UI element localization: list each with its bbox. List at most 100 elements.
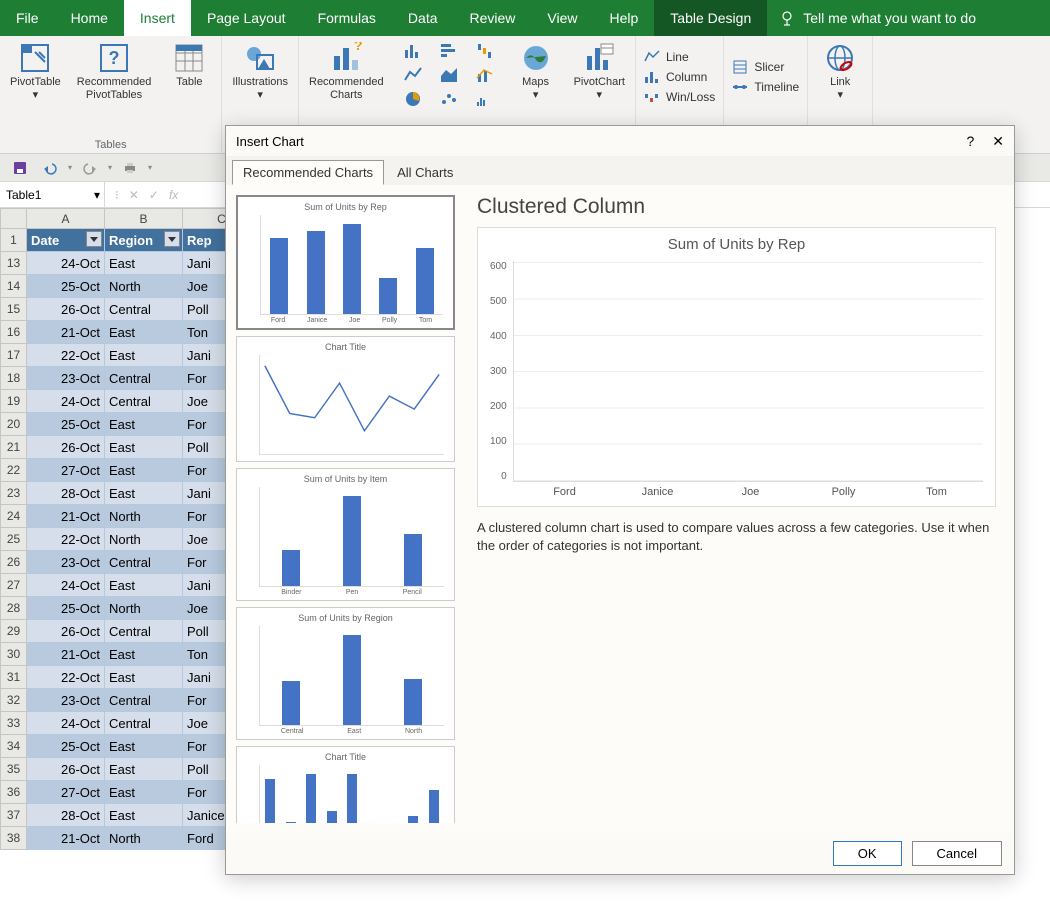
row-header[interactable]: 14 xyxy=(1,275,27,298)
cell[interactable]: East xyxy=(105,482,183,505)
cell[interactable]: 22-Oct xyxy=(27,344,105,367)
row-header[interactable]: 32 xyxy=(1,689,27,712)
row-header[interactable]: 22 xyxy=(1,459,27,482)
ribbon-tab-review[interactable]: Review xyxy=(454,0,532,36)
cell[interactable]: 26-Oct xyxy=(27,298,105,321)
name-box[interactable]: Table1 ▾ xyxy=(0,182,105,207)
recommended-pivot-button[interactable]: ? Recommended PivotTables xyxy=(75,40,154,104)
row-header[interactable]: 16 xyxy=(1,321,27,344)
row-header[interactable]: 38 xyxy=(1,827,27,850)
row-header[interactable]: 13 xyxy=(1,252,27,275)
timeline-button[interactable]: Timeline xyxy=(732,79,799,95)
cell[interactable]: North xyxy=(105,528,183,551)
chart-bar-icon[interactable] xyxy=(434,40,464,62)
cell[interactable]: East xyxy=(105,758,183,781)
cell[interactable]: 23-Oct xyxy=(27,689,105,712)
formula-confirm-icon[interactable]: ✓ xyxy=(149,188,159,202)
chart-column-icon[interactable] xyxy=(398,40,428,62)
cell[interactable]: 25-Oct xyxy=(27,413,105,436)
cell[interactable]: 22-Oct xyxy=(27,528,105,551)
cell[interactable]: 24-Oct xyxy=(27,390,105,413)
row-header[interactable]: 34 xyxy=(1,735,27,758)
cell[interactable]: East xyxy=(105,781,183,804)
dialog-tab-recommended-charts[interactable]: Recommended Charts xyxy=(232,160,384,185)
chart-waterfall-icon[interactable] xyxy=(470,40,500,62)
row-header[interactable]: 27 xyxy=(1,574,27,597)
sparkline-column-button[interactable]: Column xyxy=(644,69,707,85)
row-header[interactable]: 31 xyxy=(1,666,27,689)
row-header[interactable]: 15 xyxy=(1,298,27,321)
chart-combo-icon[interactable] xyxy=(470,64,500,86)
cell[interactable]: East xyxy=(105,666,183,689)
cell[interactable]: 21-Oct xyxy=(27,827,105,850)
recommended-charts-button[interactable]: ? Recommended Charts xyxy=(307,40,386,104)
cell[interactable]: East xyxy=(105,804,183,827)
row-header[interactable]: 26 xyxy=(1,551,27,574)
cell[interactable]: East xyxy=(105,321,183,344)
cell[interactable]: East xyxy=(105,735,183,758)
cell[interactable]: 24-Oct xyxy=(27,252,105,275)
illustrations-button[interactable]: Illustrations▾ xyxy=(230,40,290,104)
chart-thumbnail[interactable]: Sum of Units by ItemBinderPenPencil xyxy=(236,468,455,601)
row-header[interactable]: 19 xyxy=(1,390,27,413)
link-button[interactable]: Link▾ xyxy=(816,40,864,104)
redo-button[interactable] xyxy=(78,157,102,179)
chart-area-icon[interactable] xyxy=(434,64,464,86)
cell[interactable]: Central xyxy=(105,551,183,574)
ribbon-tab-home[interactable]: Home xyxy=(55,0,124,36)
dialog-tab-all-charts[interactable]: All Charts xyxy=(386,160,464,185)
ribbon-tab-data[interactable]: Data xyxy=(392,0,454,36)
cell[interactable]: 24-Oct xyxy=(27,712,105,735)
chart-thumbnail[interactable]: Chart Title xyxy=(236,746,455,823)
table-header-cell[interactable]: Date xyxy=(27,229,105,252)
chart-scatter-icon[interactable] xyxy=(434,88,464,110)
filter-dropdown-icon[interactable] xyxy=(86,231,102,247)
formula-fx-icon[interactable]: fx xyxy=(169,188,178,202)
cell[interactable]: North xyxy=(105,827,183,850)
name-box-dropdown-icon[interactable]: ▾ xyxy=(94,188,100,202)
cell[interactable]: 26-Oct xyxy=(27,758,105,781)
cell[interactable]: 24-Oct xyxy=(27,574,105,597)
cell[interactable]: 25-Oct xyxy=(27,275,105,298)
cell[interactable]: North xyxy=(105,597,183,620)
cell[interactable]: Central xyxy=(105,298,183,321)
undo-button[interactable] xyxy=(38,157,62,179)
cell[interactable]: Central xyxy=(105,689,183,712)
row-header[interactable]: 20 xyxy=(1,413,27,436)
cell[interactable]: 25-Oct xyxy=(27,597,105,620)
cell[interactable]: Central xyxy=(105,712,183,735)
chart-line-icon[interactable] xyxy=(398,64,428,86)
cell[interactable]: North xyxy=(105,505,183,528)
ribbon-tab-view[interactable]: View xyxy=(531,0,593,36)
cell[interactable]: East xyxy=(105,436,183,459)
row-header[interactable]: 25 xyxy=(1,528,27,551)
table-header-cell[interactable]: Region xyxy=(105,229,183,252)
dialog-help-icon[interactable]: ? xyxy=(966,133,974,150)
slicer-button[interactable]: Slicer xyxy=(732,59,784,75)
row-header[interactable]: 18 xyxy=(1,367,27,390)
row-header[interactable]: 30 xyxy=(1,643,27,666)
row-header[interactable]: 28 xyxy=(1,597,27,620)
row-header[interactable]: 36 xyxy=(1,781,27,804)
cell[interactable]: 28-Oct xyxy=(27,804,105,827)
cell[interactable]: 23-Oct xyxy=(27,551,105,574)
table-button[interactable]: Table xyxy=(165,40,213,91)
pivot-chart-button[interactable]: PivotChart▾ xyxy=(572,40,627,104)
ribbon-tab-formulas[interactable]: Formulas xyxy=(302,0,392,36)
cell[interactable]: 25-Oct xyxy=(27,735,105,758)
cell[interactable]: Central xyxy=(105,367,183,390)
cell[interactable]: East xyxy=(105,459,183,482)
sparkline-line-button[interactable]: Line xyxy=(644,49,689,65)
row-header[interactable]: 29 xyxy=(1,620,27,643)
row-header[interactable]: 24 xyxy=(1,505,27,528)
cell[interactable]: Central xyxy=(105,390,183,413)
cell[interactable]: East xyxy=(105,574,183,597)
formula-cancel-icon[interactable]: ✕ xyxy=(129,188,139,202)
ok-button[interactable]: OK xyxy=(833,841,902,866)
cell[interactable]: 27-Oct xyxy=(27,781,105,804)
row-header[interactable]: 23 xyxy=(1,482,27,505)
row-header[interactable]: 37 xyxy=(1,804,27,827)
cell[interactable]: 21-Oct xyxy=(27,643,105,666)
cell[interactable]: 22-Oct xyxy=(27,666,105,689)
cell[interactable]: North xyxy=(105,275,183,298)
